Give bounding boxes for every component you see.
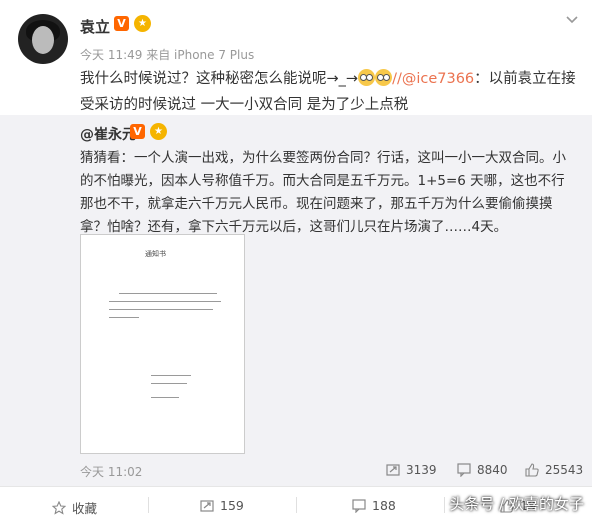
verified-icon: V [130, 124, 145, 139]
medal-icon: ★ [134, 15, 151, 32]
comment-button[interactable]: 188 [352, 498, 396, 513]
thumbs-up-icon [525, 463, 539, 477]
like-count-value: 25543 [545, 463, 584, 477]
comment-icon [352, 498, 366, 513]
like-count[interactable]: 25543 [525, 463, 583, 477]
repost-count-value: 3139 [406, 463, 437, 477]
favorite-label: 收藏 [72, 501, 98, 516]
repost-text: 猜猜看：一个人演一出戏，为什么要签两份合同？行话，这叫一小一大双合同。小的不怕曝… [80, 150, 566, 235]
repost-button-count: 159 [220, 498, 244, 513]
repost-count[interactable]: 3139 [386, 463, 437, 477]
repost-author[interactable]: @崔永元 [80, 124, 136, 144]
action-bar: 收藏 159 188 19 头条号 / 欢喜的女子 [0, 486, 592, 523]
repost-icon [386, 464, 400, 476]
watermark: 头条号 / 欢喜的女子 [449, 495, 584, 513]
avatar[interactable] [18, 14, 68, 64]
emoji-icon [375, 69, 393, 86]
document-title: 通知书 [145, 250, 166, 258]
post-text: 我什么时候说过？这种秘密怎么能说呢→_→//@ice7366：以前袁立在接受采访… [80, 66, 580, 118]
medal-icon: ★ [150, 123, 167, 140]
verified-icon: V [114, 16, 129, 31]
post-header: 袁立 V ★ 今天 11:49 来自 iPhone 7 Plus 我什么时候说过… [0, 0, 592, 115]
document-image[interactable]: 通知书 [80, 234, 245, 454]
comment-button-count: 188 [372, 498, 396, 513]
comment-count-value: 8840 [477, 463, 508, 477]
chevron-down-icon[interactable] [564, 12, 580, 28]
repost-button[interactable]: 159 [200, 498, 244, 513]
author-name[interactable]: 袁立 [80, 16, 110, 37]
emoji-icon [358, 69, 376, 86]
comment-count[interactable]: 8840 [457, 463, 508, 477]
repost-icon [200, 499, 214, 512]
repost-footer: 今天 11:02 3139 8840 25543 [0, 460, 592, 486]
post-text-part1: 我什么时候说过？这种秘密怎么能说呢→_→ [80, 71, 359, 87]
repost-card: @崔永元 V ★ 猜猜看：一个人演一出戏，为什么要签两份合同？行话，这叫一小一大… [0, 115, 592, 486]
post-timestamp: 今天 11:49 来自 iPhone 7 Plus [80, 48, 255, 62]
repost-time[interactable]: 今天 11:02 [80, 463, 142, 480]
comment-icon [457, 463, 471, 477]
mention-link[interactable]: //@ice7366 [392, 71, 474, 87]
favorite-button[interactable]: 收藏 [52, 498, 97, 517]
star-icon [52, 500, 66, 515]
